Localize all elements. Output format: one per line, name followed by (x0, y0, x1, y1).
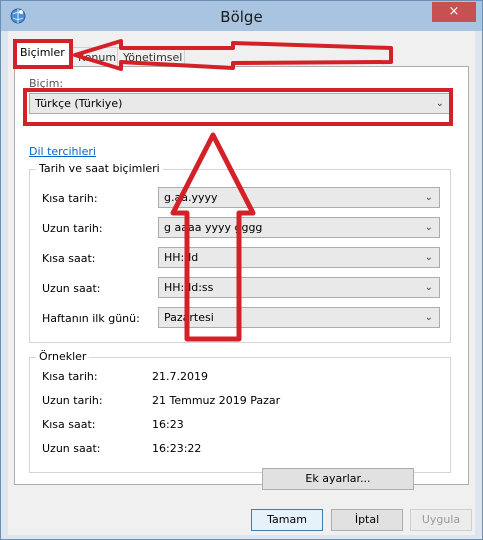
tab-konum[interactable]: Konum (72, 47, 118, 67)
close-button[interactable]: × (432, 2, 476, 22)
chevron-down-icon: ⌄ (424, 222, 433, 233)
chevron-down-icon: ⌄ (424, 252, 433, 263)
example-long-time-label: Uzun saat: (42, 442, 101, 455)
formats-tab-panel: Biçim: Türkçe (Türkiye) ⌄ Dil tercihleri… (14, 66, 469, 485)
first-day-value: Pazartesi (164, 311, 214, 324)
chevron-down-icon: ⌄ (424, 192, 433, 203)
format-select-value: Türkçe (Türkiye) (35, 97, 123, 110)
first-day-label: Haftanın ilk günü: (42, 312, 140, 325)
format-label: Biçim: (29, 77, 64, 90)
title-bar[interactable]: Bölge × (1, 1, 482, 31)
additional-settings-button[interactable]: Ek ayarlar... (262, 468, 414, 490)
tab-bicimler[interactable]: Biçimler (14, 42, 70, 67)
chevron-down-icon: ⌄ (435, 98, 444, 109)
long-time-select[interactable]: HH:dd:ss ⌄ (158, 277, 440, 298)
datetime-formats-group: Tarih ve saat biçimleri Kısa tarih: g.aa… (29, 162, 451, 343)
first-day-select[interactable]: Pazartesi ⌄ (158, 307, 440, 328)
long-date-select[interactable]: g aaaa yyyy gggg ⌄ (158, 217, 440, 238)
window-title: Bölge (220, 8, 263, 26)
short-time-select[interactable]: HH:dd ⌄ (158, 247, 440, 268)
long-date-value: g aaaa yyyy gggg (164, 221, 263, 234)
example-short-date-value: 21.7.2019 (152, 370, 208, 383)
examples-group-title: Örnekler (36, 350, 90, 363)
datetime-group-title: Tarih ve saat biçimleri (36, 162, 163, 175)
language-preferences-link[interactable]: Dil tercihleri (29, 145, 96, 158)
example-short-date-label: Kısa tarih: (42, 370, 98, 383)
example-long-date-label: Uzun tarih: (42, 394, 103, 407)
long-time-value: HH:dd:ss (164, 281, 214, 294)
ok-button[interactable]: Tamam (251, 509, 323, 531)
short-date-label: Kısa tarih: (42, 192, 98, 205)
chevron-down-icon: ⌄ (424, 282, 433, 293)
long-date-label: Uzun tarih: (42, 222, 103, 235)
short-date-select[interactable]: g.aa.yyyy ⌄ (158, 187, 440, 208)
tab-yonetimsel[interactable]: Yönetimsel (117, 47, 185, 67)
apply-button: Uygula (410, 509, 472, 531)
short-time-value: HH:dd (164, 251, 199, 264)
short-time-label: Kısa saat: (42, 252, 96, 265)
long-time-label: Uzun saat: (42, 282, 101, 295)
dialog-client-area: Konum Yönetimsel Biçimler Biçim: Türkçe … (8, 31, 475, 535)
format-select[interactable]: Türkçe (Türkiye) ⌄ (29, 93, 451, 114)
example-long-date-value: 21 Temmuz 2019 Pazar (152, 394, 281, 407)
example-short-time-label: Kısa saat: (42, 418, 96, 431)
examples-group: Örnekler Kısa tarih: 21.7.2019 Uzun tari… (29, 350, 451, 473)
region-dialog: Bölge × Konum Yönetimsel Biçimler Biçim:… (0, 0, 483, 540)
example-long-time-value: 16:23:22 (152, 442, 202, 455)
chevron-down-icon: ⌄ (424, 312, 433, 323)
short-date-value: g.aa.yyyy (164, 191, 218, 204)
example-short-time-value: 16:23 (152, 418, 184, 431)
cancel-button[interactable]: İptal (331, 509, 403, 531)
